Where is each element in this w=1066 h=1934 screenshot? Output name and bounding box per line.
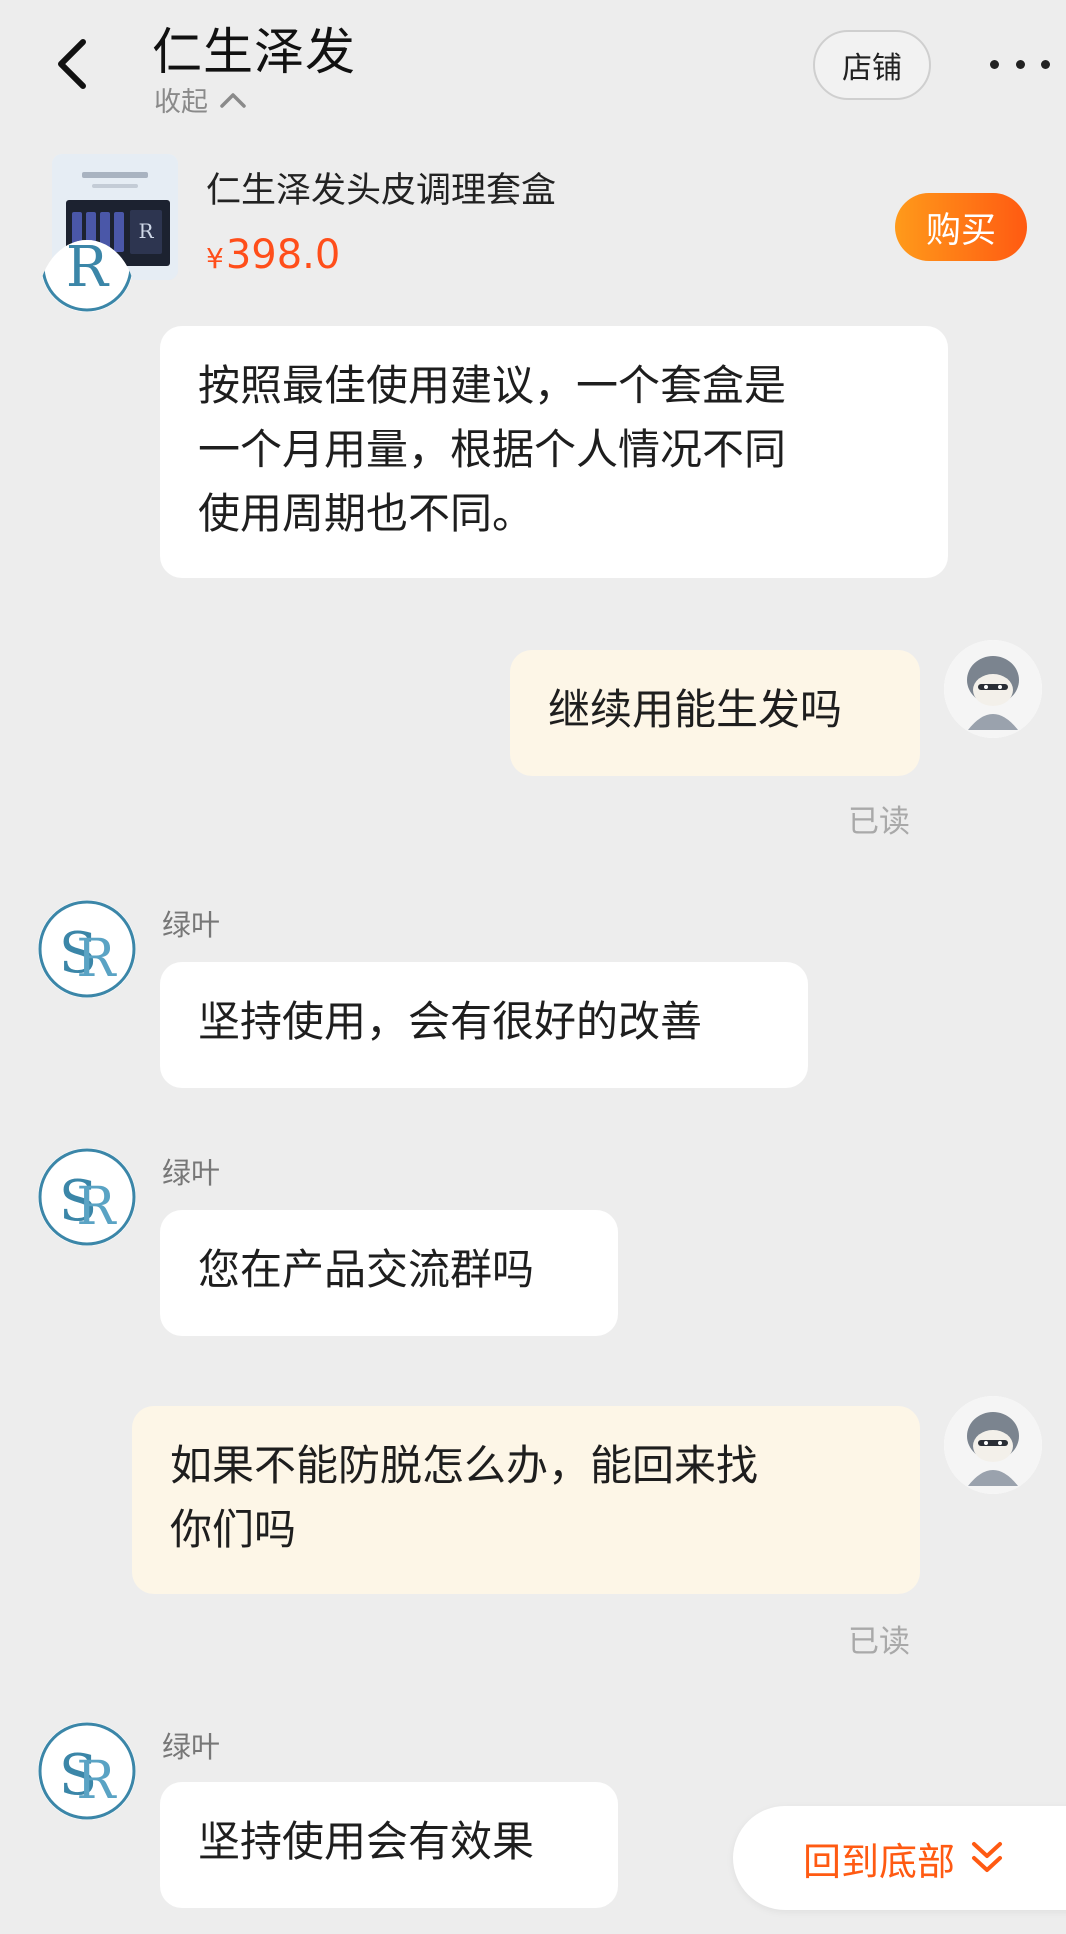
read-status: 已读 <box>848 804 910 840</box>
message-line: 如果不能防脱怎么办，能回来找 <box>170 1441 759 1490</box>
price-value: 398.0 <box>225 232 341 278</box>
seller-avatar[interactable]: S R <box>38 900 136 998</box>
buy-button[interactable]: 购买 <box>895 193 1027 261</box>
message-line: 一个月用量，根据个人情况不同 <box>198 425 787 474</box>
more-options-icon[interactable] <box>990 48 1050 80</box>
svg-text:R: R <box>76 1751 117 1811</box>
sr-logo-icon: R <box>38 240 136 364</box>
store-button[interactable]: 店铺 <box>813 30 931 100</box>
sr-logo-icon: S R <box>38 1722 136 1820</box>
sender-name: 绿叶 <box>162 908 221 942</box>
sr-logo-icon: S R <box>38 900 136 998</box>
sr-logo-icon: S R <box>38 1148 136 1246</box>
message-line: 你们吗 <box>170 1505 297 1554</box>
message-bubble-outgoing[interactable]: 如果不能防脱怎么办，能回来找 你们吗 <box>132 1406 920 1594</box>
message-bubble-incoming[interactable]: 您在产品交流群吗 <box>160 1210 618 1336</box>
message-line: 按照最佳使用建议，一个套盒是 <box>198 361 787 410</box>
svg-text:R: R <box>138 219 154 243</box>
product-title[interactable]: 仁生泽发头皮调理套盒 <box>206 162 556 213</box>
message-bubble-outgoing[interactable]: 继续用能生发吗 <box>510 650 920 776</box>
seller-avatar[interactable]: S R <box>38 1148 136 1246</box>
back-button[interactable] <box>50 36 94 92</box>
sender-name: 绿叶 <box>162 1730 221 1764</box>
message-line: 使用周期也不同。 <box>198 489 535 538</box>
back-to-bottom-button[interactable]: 回到底部 <box>733 1806 1066 1910</box>
message-line: 坚持使用会有效果 <box>198 1817 535 1866</box>
message-line: 您在产品交流群吗 <box>198 1245 535 1294</box>
user-avatar-icon <box>944 1396 1042 1494</box>
double-chevron-down-icon <box>972 1842 1003 1872</box>
seller-avatar[interactable]: S R <box>38 1722 136 1820</box>
message-bubble-incoming[interactable]: 坚持使用，会有很好的改善 <box>160 962 808 1088</box>
svg-text:R: R <box>76 1177 117 1237</box>
svg-text:R: R <box>76 929 117 989</box>
seller-avatar[interactable]: R <box>38 240 136 364</box>
message-line: 继续用能生发吗 <box>548 685 843 734</box>
message-line: 坚持使用，会有很好的改善 <box>198 997 703 1046</box>
sender-name: 绿叶 <box>162 1156 221 1190</box>
user-avatar[interactable] <box>944 1396 1042 1494</box>
collapse-toggle[interactable]: 收起 <box>154 80 248 119</box>
chevron-left-icon <box>58 39 86 89</box>
product-price: ¥398.0 <box>206 232 340 278</box>
collapse-label: 收起 <box>154 87 208 118</box>
currency-symbol: ¥ <box>206 242 224 275</box>
message-bubble-incoming[interactable]: 按照最佳使用建议，一个套盒是 一个月用量，根据个人情况不同 使用周期也不同。 <box>160 326 948 578</box>
user-avatar[interactable] <box>944 640 1042 738</box>
back-to-bottom-label: 回到底部 <box>803 1839 956 1884</box>
chevron-up-icon <box>220 92 246 108</box>
svg-text:R: R <box>66 240 110 300</box>
chat-title: 仁生泽发 <box>152 23 356 81</box>
read-status: 已读 <box>848 1624 910 1660</box>
user-avatar-icon <box>944 640 1042 738</box>
message-bubble-incoming[interactable]: 坚持使用会有效果 <box>160 1782 618 1908</box>
